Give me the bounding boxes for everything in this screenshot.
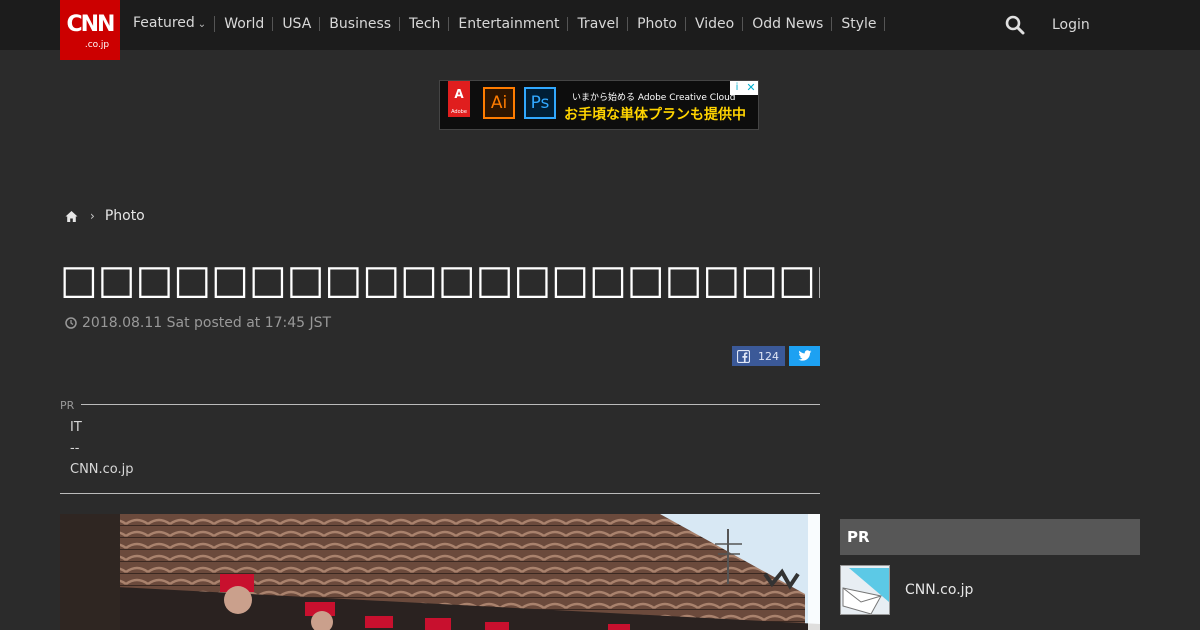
pr-item-it[interactable]: IT — [70, 420, 82, 435]
facebook-share-button[interactable]: 124 — [732, 346, 785, 366]
pr-bottom-divider — [60, 493, 820, 494]
search-icon[interactable] — [1005, 15, 1025, 35]
login-link[interactable]: Login — [1052, 17, 1090, 33]
sidebar-link-cnn[interactable]: CNN.co.jp — [905, 582, 973, 598]
nav-featured-label: Featured — [133, 15, 195, 31]
nav-featured[interactable]: Featured ⌄ — [133, 15, 216, 32]
adobe-logo: A Adobe — [448, 81, 470, 117]
pr-item-cnn[interactable]: CNN.co.jp — [70, 462, 134, 477]
article-photo — [60, 514, 820, 630]
nav-video[interactable]: Video — [695, 17, 744, 31]
clock-icon — [65, 317, 77, 329]
sidebar-thumbnail[interactable] — [840, 565, 890, 615]
ad-headline: いまから始める Adobe Creative Cloud — [572, 93, 736, 103]
logo-subtext: .co.jp — [84, 40, 110, 50]
nav-world[interactable]: World — [224, 17, 274, 31]
facebook-icon — [737, 349, 750, 363]
nav-tech[interactable]: Tech — [409, 17, 450, 31]
pr-item-separator: -- — [70, 441, 80, 456]
breadcrumb: › Photo — [65, 208, 145, 224]
nav-odd-news[interactable]: Odd News — [752, 17, 833, 31]
twitter-share-button[interactable] — [789, 346, 820, 366]
pr-divider — [81, 404, 820, 405]
main-nav: Featured ⌄ World USA Business Tech Entert… — [133, 14, 894, 34]
adobe-logo-subtext: Adobe — [451, 109, 467, 115]
article-datetime: 2018.08.11 Sat posted at 17:45 JST — [82, 315, 332, 331]
article-meta: 2018.08.11 Sat posted at 17:45 JST — [65, 315, 331, 331]
illustrator-icon: Ai — [483, 87, 515, 119]
nav-entertainment[interactable]: Entertainment — [458, 17, 569, 31]
ad-tagline: お手頃な単体プランも提供中 — [564, 107, 746, 123]
chevron-down-icon: ⌄ — [197, 19, 207, 30]
logo-text: CNN — [66, 12, 116, 37]
home-icon[interactable] — [65, 210, 78, 223]
adobe-logo-text: A — [454, 87, 464, 101]
banner-ad[interactable]: A Adobe Ai Ps いまから始める Adobe Creative Clou… — [439, 80, 759, 130]
cnn-logo[interactable]: CNN .co.jp — [60, 0, 120, 60]
share-count: 124 — [758, 349, 779, 363]
pr-label: PR — [60, 399, 75, 412]
nav-usa[interactable]: USA — [282, 17, 321, 31]
article-photo-art — [60, 514, 820, 630]
nav-business[interactable]: Business — [329, 17, 401, 31]
ad-close-icon[interactable]: ✕ — [744, 81, 758, 95]
article-title: □□□□□□□□□□□□□□□□□□□□□□□□□□□□□□□□□□□□□□□ — [60, 257, 820, 303]
breadcrumb-photo[interactable]: Photo — [105, 208, 145, 224]
sidebar-thumbnail-image — [841, 566, 889, 614]
twitter-icon — [798, 350, 811, 361]
breadcrumb-separator: › — [90, 209, 95, 223]
nav-photo[interactable]: Photo — [637, 17, 686, 31]
nav-travel[interactable]: Travel — [577, 17, 629, 31]
ad-info-icon[interactable]: i — [730, 81, 744, 95]
photoshop-icon: Ps — [524, 87, 556, 119]
sidebar-pr-heading: PR — [840, 519, 1140, 555]
nav-style[interactable]: Style — [841, 17, 886, 31]
